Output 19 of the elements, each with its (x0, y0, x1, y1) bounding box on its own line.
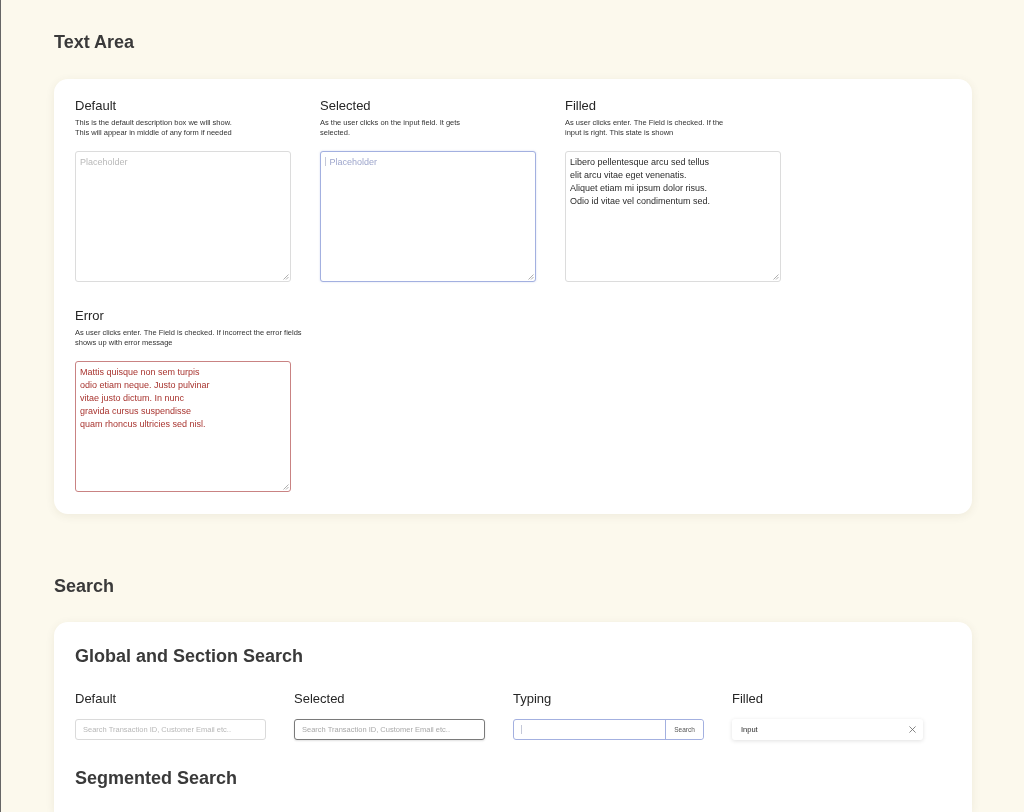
resize-grip-icon[interactable] (528, 274, 534, 280)
field-label: Selected (320, 99, 372, 113)
close-icon[interactable] (909, 726, 916, 733)
field-label: Filled (732, 692, 765, 706)
card-subtitle: Segmented Search (75, 767, 239, 789)
text-area-field[interactable]: Libero pellentesque arcu sed tellus elit arcu vitae eget venenatis. Aliquet etiam mi ipsum dolor risus. Odio id vitae vel condimentum sed. (565, 151, 781, 282)
section-title: Text Area (54, 31, 136, 53)
field-label: Default (75, 99, 118, 113)
resize-grip-icon[interactable] (283, 274, 289, 280)
field-label: Selected (294, 692, 346, 706)
field-label: Error (75, 309, 105, 323)
resize-grip-icon[interactable] (773, 274, 779, 280)
field-label: Default (75, 692, 118, 706)
section-title: Search (54, 575, 116, 597)
resize-grip-icon[interactable] (283, 484, 289, 490)
field-label: Filled (565, 99, 598, 113)
field-label: Typing (513, 692, 553, 706)
card-title: Global and Section Search (75, 645, 305, 667)
text-area-field[interactable]: Mattis quisque non sem turpis odio etiam neque. Justo pulvinar vitae justo dictum. In nunc gravida cursus suspendisse quam rhoncus ultricies sed nisl. (75, 361, 291, 492)
